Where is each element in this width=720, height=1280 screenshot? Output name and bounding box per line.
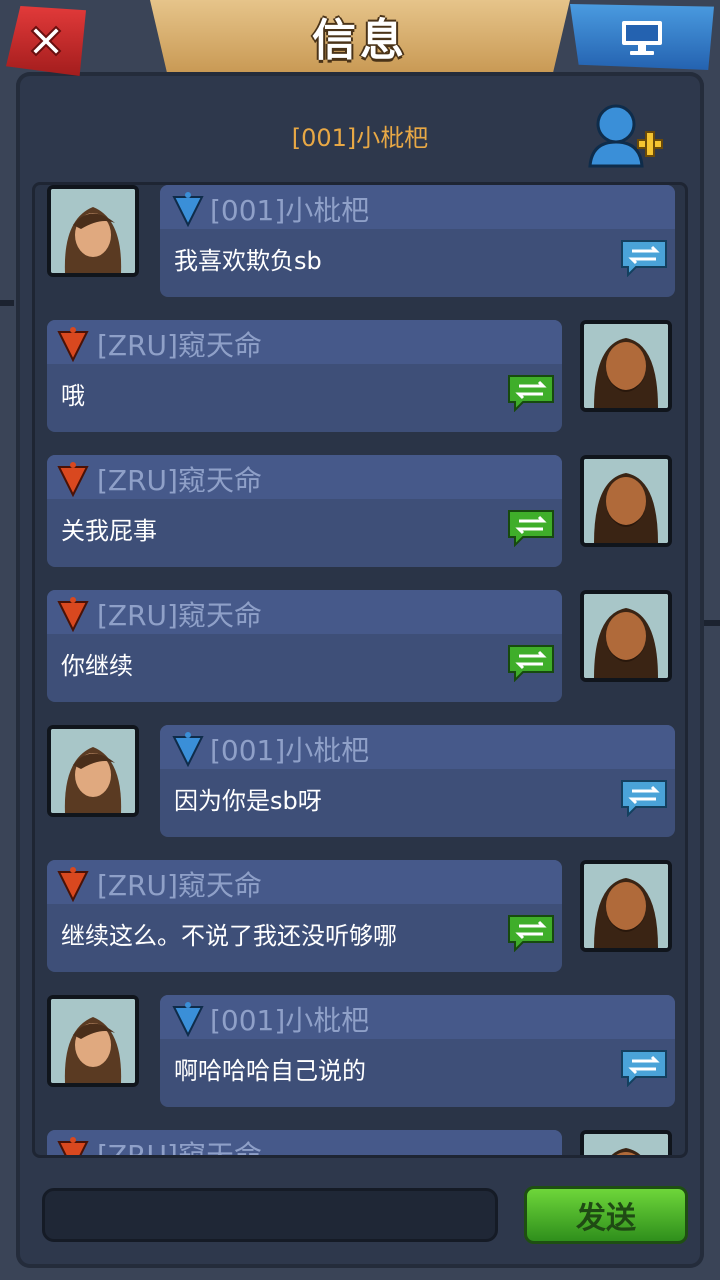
male-avatar-portrait [584, 594, 668, 678]
sender-name: [ZRU]窥天命 [97, 329, 262, 362]
blue-team-flag-icon [172, 1002, 204, 1037]
frame-crack [704, 620, 720, 626]
add-friend-icon [588, 104, 663, 168]
bearded-male-avatar[interactable] [580, 320, 672, 412]
message-bubble: [ZRU]窥天命 [47, 1130, 562, 1158]
sender-name: [001]小枇杷 [210, 194, 370, 227]
message-text: 我喜欢欺负sb [174, 247, 322, 275]
female-avatar-portrait [51, 999, 135, 1083]
reply-icon[interactable] [620, 237, 668, 277]
message-text: 你继续 [61, 652, 133, 680]
red-team-flag-icon [57, 597, 89, 632]
message-bubble: [001]小枇杷 我喜欢欺负sb [160, 185, 675, 297]
sender-row: [ZRU]窥天命 [47, 1130, 562, 1158]
sender-row: [001]小枇杷 [160, 725, 675, 769]
send-button-label: 发送 [576, 1201, 636, 1236]
message-bubble: [001]小枇杷 啊哈哈哈自己说的 [160, 995, 675, 1107]
sender-name: [ZRU]窥天命 [97, 464, 262, 497]
bearded-male-avatar[interactable] [580, 1130, 672, 1155]
message-row: [ZRU]窥天命 关我屁事 [35, 455, 685, 567]
reply-icon[interactable] [507, 507, 555, 547]
screen-toggle-button[interactable] [570, 4, 714, 70]
female-avatar-portrait [51, 189, 135, 273]
message-row: [ZRU]窥天命 继续这么。不说了我还没听够哪 [35, 860, 685, 972]
sender-row: [ZRU]窥天命 [47, 455, 562, 499]
female-avatar-portrait [51, 729, 135, 813]
male-avatar-portrait [584, 1134, 668, 1155]
message-text: 继续这么。不说了我还没听够哪 [61, 922, 397, 950]
red-team-flag-icon [57, 462, 89, 497]
female-avatar[interactable] [47, 185, 139, 277]
frame-crack [0, 300, 14, 306]
female-avatar[interactable] [47, 725, 139, 817]
male-avatar-portrait [584, 459, 668, 543]
message-bubble: [ZRU]窥天命 哦 [47, 320, 562, 432]
message-row: [ZRU]窥天命 你继续 [35, 590, 685, 702]
message-row: [001]小枇杷 我喜欢欺负sb [35, 185, 685, 297]
blue-team-flag-icon [172, 732, 204, 767]
message-list[interactable]: [001]小枇杷 我喜欢欺负sb [ZRU]窥天命 哦 [ZRU]窥天命 关我屁… [32, 182, 688, 1158]
red-team-flag-icon [57, 867, 89, 902]
sender-name: [ZRU]窥天命 [97, 599, 262, 632]
title-banner: 信息 [150, 0, 570, 72]
reply-icon[interactable] [507, 912, 555, 952]
message-bubble: [ZRU]窥天命 继续这么。不说了我还没听够哪 [47, 860, 562, 972]
reply-icon[interactable] [620, 1047, 668, 1087]
message-row: [001]小枇杷 因为你是sb呀 [35, 725, 685, 837]
message-row: [ZRU]窥天命 [35, 1130, 685, 1158]
message-text: 因为你是sb呀 [174, 787, 322, 815]
close-button[interactable] [6, 6, 86, 76]
sender-row: [001]小枇杷 [160, 185, 675, 229]
message-bubble: [ZRU]窥天命 关我屁事 [47, 455, 562, 567]
bearded-male-avatar[interactable] [580, 590, 672, 682]
sender-name: [001]小枇杷 [210, 1004, 370, 1037]
message-text: 哦 [61, 382, 85, 410]
bearded-male-avatar[interactable] [580, 455, 672, 547]
sender-name: [001]小枇杷 [210, 734, 370, 767]
page-title: 信息 [312, 15, 408, 66]
reply-icon[interactable] [507, 372, 555, 412]
red-team-flag-icon [57, 327, 89, 362]
message-bubble: [ZRU]窥天命 你继续 [47, 590, 562, 702]
sender-row: [ZRU]窥天命 [47, 590, 562, 634]
reply-icon[interactable] [507, 642, 555, 682]
female-avatar[interactable] [47, 995, 139, 1087]
message-input[interactable] [42, 1188, 498, 1242]
reply-icon[interactable] [620, 777, 668, 817]
message-bubble: [001]小枇杷 因为你是sb呀 [160, 725, 675, 837]
message-row: [ZRU]窥天命 哦 [35, 320, 685, 432]
message-row: [001]小枇杷 啊哈哈哈自己说的 [35, 995, 685, 1107]
blue-team-flag-icon [172, 192, 204, 227]
add-friend-button[interactable] [586, 102, 666, 172]
send-button[interactable]: 发送 [524, 1186, 688, 1244]
message-text: 关我屁事 [61, 517, 157, 545]
sender-name: [ZRU]窥天命 [97, 1139, 262, 1158]
red-team-flag-icon [57, 1137, 89, 1155]
monitor-icon [622, 21, 662, 55]
sender-row: [ZRU]窥天命 [47, 320, 562, 364]
sender-row: [ZRU]窥天命 [47, 860, 562, 904]
close-icon [30, 25, 62, 57]
male-avatar-portrait [584, 864, 668, 948]
sender-row: [001]小枇杷 [160, 995, 675, 1039]
bearded-male-avatar[interactable] [580, 860, 672, 952]
sender-name: [ZRU]窥天命 [97, 869, 262, 902]
message-text: 啊哈哈哈自己说的 [174, 1057, 366, 1085]
male-avatar-portrait [584, 324, 668, 408]
